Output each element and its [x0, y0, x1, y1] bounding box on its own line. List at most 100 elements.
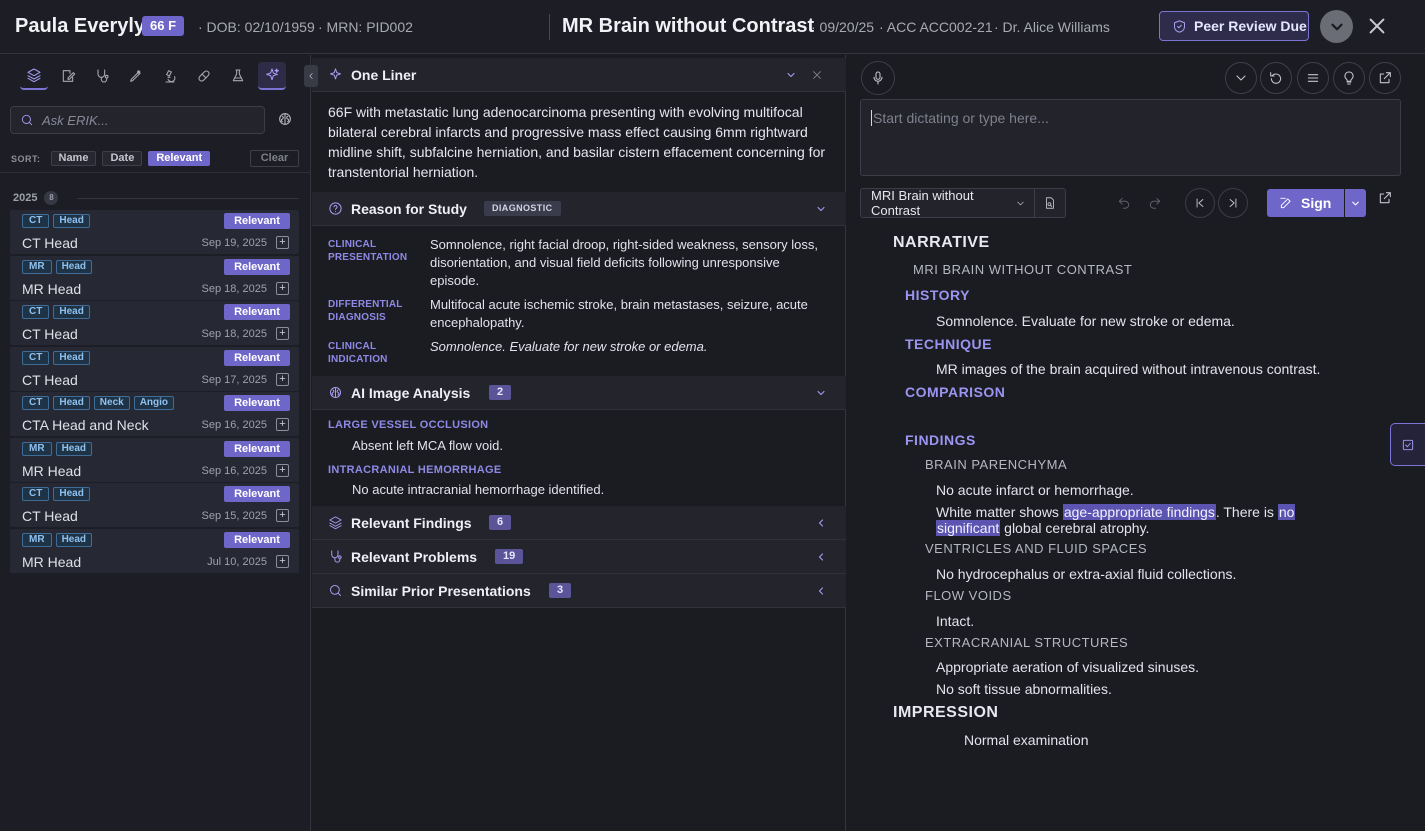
- study-tag: Angio: [133, 396, 175, 410]
- microscope-icon[interactable]: [156, 62, 184, 90]
- similar-count: 3: [549, 583, 572, 598]
- add-study-icon[interactable]: +: [276, 554, 289, 568]
- physician-name: · Dr. Alice Williams: [994, 19, 1110, 35]
- skip-to-end-icon[interactable]: [1218, 188, 1248, 218]
- relevant-badge: Relevant: [224, 486, 290, 502]
- relevant-badge: Relevant: [224, 395, 290, 411]
- add-study-icon[interactable]: +: [276, 372, 289, 386]
- add-study-icon[interactable]: +: [276, 327, 289, 340]
- report-extracranial-heading: EXTRACRANIAL STRUCTURES: [925, 635, 1129, 650]
- chevron-down-icon[interactable]: [1225, 62, 1257, 94]
- prior-study-item[interactable]: MR Head Relevant MR Head Sep 16, 2025 +: [10, 437, 299, 482]
- dictation-placeholder: Start dictating or type here...: [871, 110, 1049, 126]
- prior-study-item[interactable]: CT Head Relevant CT Head Sep 17, 2025 +: [10, 346, 299, 391]
- close-icon[interactable]: [811, 69, 823, 81]
- chevron-left-icon[interactable]: [815, 517, 827, 529]
- redo-icon[interactable]: [1140, 188, 1170, 218]
- prior-study-item[interactable]: CT Head Relevant CT Head Sep 18, 2025 +: [10, 301, 299, 345]
- report-impression-text: Normal examination: [964, 732, 1089, 748]
- relevant-badge: Relevant: [224, 440, 290, 457]
- layers-icon[interactable]: [20, 62, 48, 90]
- menu-icon[interactable]: [1297, 62, 1329, 94]
- report-history-heading: HISTORY: [905, 287, 970, 303]
- add-study-icon[interactable]: +: [276, 509, 289, 522]
- pen-icon[interactable]: [122, 62, 150, 90]
- add-study-icon[interactable]: +: [276, 463, 289, 477]
- prior-study-item[interactable]: MR Head Relevant MR Head Jul 10, 2025 +: [10, 528, 299, 573]
- prior-study-item[interactable]: CT Head Relevant CT Head Sep 15, 2025 +: [10, 483, 299, 527]
- ai-finding-value: No acute intracranial hemorrhage identif…: [352, 482, 605, 497]
- findings-title: Relevant Findings: [351, 514, 472, 531]
- brain-icon: [328, 385, 343, 400]
- chevron-left-icon[interactable]: [815, 585, 827, 597]
- add-study-icon[interactable]: +: [276, 281, 289, 295]
- chevron-down-icon[interactable]: [815, 387, 827, 399]
- ai-analysis-title: AI Image Analysis: [351, 384, 471, 401]
- chevron-down-icon[interactable]: [815, 203, 827, 215]
- study-title: MR Brain without Contrast: [562, 15, 815, 37]
- sign-options-icon[interactable]: [1345, 189, 1366, 217]
- prior-study-item[interactable]: CT Head Neck Angio Relevant CTA Head and Neck…: [10, 392, 299, 436]
- similar-presentations-header[interactable]: Similar Prior Presentations 3: [312, 574, 846, 608]
- add-study-icon[interactable]: +: [276, 418, 289, 431]
- relevant-findings-header[interactable]: Relevant Findings 6: [312, 506, 846, 540]
- clear-sort-button[interactable]: Clear: [250, 150, 299, 167]
- document-search-icon[interactable]: [1033, 189, 1065, 217]
- search-icon: [20, 113, 34, 127]
- prior-study-item[interactable]: MR Head Relevant MR Head Sep 18, 2025 +: [10, 255, 299, 300]
- skip-to-start-icon[interactable]: [1185, 188, 1215, 218]
- undo-icon[interactable]: [1109, 188, 1139, 218]
- peer-review-label: Peer Review Due: [1194, 18, 1307, 34]
- one-liner-header[interactable]: One Liner: [312, 58, 846, 92]
- reason-title: Reason for Study: [351, 200, 467, 217]
- sign-button[interactable]: Sign: [1267, 189, 1344, 217]
- report-technique-heading: TECHNIQUE: [905, 336, 992, 352]
- undo-history-icon[interactable]: [1260, 62, 1292, 94]
- ai-sparkle-icon[interactable]: [258, 62, 286, 90]
- flask-icon[interactable]: [224, 62, 252, 90]
- highlighted-text[interactable]: significant: [936, 520, 1001, 536]
- chevron-down-icon[interactable]: [1320, 10, 1353, 43]
- report-text: . There is: [1215, 504, 1274, 520]
- close-icon[interactable]: [1366, 15, 1388, 37]
- stethoscope-icon[interactable]: [88, 62, 116, 90]
- reason-value: Somnolence. Evaluate for new stroke or e…: [430, 339, 708, 354]
- sort-by-name[interactable]: Name: [50, 151, 97, 166]
- sort-by-date[interactable]: Date: [102, 151, 143, 166]
- external-link-icon[interactable]: [1377, 190, 1393, 206]
- sort-by-relevant[interactable]: Relevant: [148, 151, 211, 166]
- edit-note-icon[interactable]: [54, 62, 82, 90]
- problems-title: Relevant Problems: [351, 548, 478, 565]
- report-flow-voids-heading: FLOW VOIDS: [925, 588, 1012, 603]
- pill-icon[interactable]: [190, 62, 218, 90]
- highlighted-text[interactable]: no: [1277, 504, 1296, 520]
- template-select[interactable]: MRI Brain without Contrast: [860, 188, 1066, 218]
- study-tag: CT: [22, 350, 50, 365]
- ask-erik-search[interactable]: Ask ERIK...: [10, 106, 265, 134]
- report-comparison-heading: COMPARISON: [905, 384, 1006, 400]
- microphone-icon[interactable]: [861, 61, 895, 95]
- peer-review-button[interactable]: Peer Review Due: [1159, 11, 1309, 41]
- study-tags: CT Head: [22, 214, 90, 228]
- study-name: MR Head: [22, 462, 82, 479]
- relevant-problems-header[interactable]: Relevant Problems 19: [312, 540, 846, 574]
- prior-study-item[interactable]: CT Head Relevant CT Head Sep 19, 2025 +: [10, 210, 299, 254]
- patient-mrn: · MRN: PID002: [318, 19, 413, 35]
- add-study-icon[interactable]: +: [276, 236, 289, 249]
- study-name: MR Head: [22, 280, 82, 297]
- prior-studies-panel: Ask ERIK... SORT: Name Date Relevant Cle…: [0, 55, 318, 831]
- report-parenchyma-heading: BRAIN PARENCHYMA: [925, 457, 1068, 472]
- dictation-input[interactable]: Start dictating or type here...: [860, 99, 1401, 176]
- collapse-panel-icon[interactable]: [304, 65, 318, 87]
- external-link-icon[interactable]: [1369, 62, 1401, 94]
- chevron-left-icon[interactable]: [815, 551, 827, 563]
- brain-icon[interactable]: [277, 111, 293, 127]
- reason-for-study-header[interactable]: Reason for Study DIAGNOSTIC: [312, 192, 846, 226]
- highlighted-text[interactable]: age-appropriate findings: [1062, 504, 1216, 520]
- chevron-down-icon[interactable]: [785, 69, 797, 81]
- divider: [0, 172, 311, 173]
- checklist-icon[interactable]: [1390, 423, 1425, 466]
- ai-image-analysis-header[interactable]: AI Image Analysis 2: [312, 376, 846, 410]
- lightbulb-icon[interactable]: [1333, 62, 1365, 94]
- study-date: Sep 16, 2025: [201, 464, 267, 477]
